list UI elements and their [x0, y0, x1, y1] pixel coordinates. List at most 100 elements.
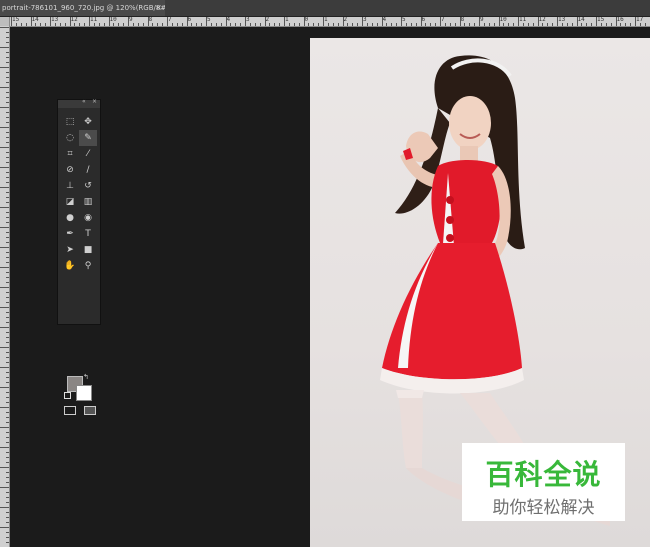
tools-panel-header[interactable]: « ×: [58, 98, 100, 108]
dodge-tool-icon[interactable]: ◉: [79, 210, 97, 226]
watermark-title: 百科全说: [485, 458, 602, 491]
ruler-minor-tick: [391, 23, 393, 26]
ruler-tick: [128, 17, 129, 26]
shape-tool-icon[interactable]: ■: [79, 242, 97, 258]
ruler-tick: [6, 222, 9, 223]
ruler-minor-tick: [542, 23, 544, 26]
ruler-tick: [459, 17, 461, 26]
ruler-tick: [362, 17, 363, 26]
ruler-minor-tick: [64, 23, 66, 26]
ruler-minor-tick: [54, 23, 56, 26]
close-tab-icon[interactable]: ×: [155, 0, 162, 16]
ruler-tick: [576, 17, 578, 26]
close-panel-icon[interactable]: ×: [92, 98, 97, 105]
ruler-minor-tick: [220, 23, 222, 26]
ruler-tick: [0, 147, 9, 148]
ruler-tick: [6, 492, 9, 493]
tool-grid: ⬚ ✥ ◌ ✎ ⌗ ⁄ ⊘ / ⊥ ↺ ◪ ▥ ● ◉ ✒ T ➤ ■ ✋ ⚲: [61, 114, 97, 274]
ruler-tick: [0, 27, 9, 28]
ruler-minor-tick: [415, 23, 417, 26]
ruler-minor-tick: [571, 23, 573, 26]
ruler-tick: [6, 172, 9, 173]
ruler-minor-tick: [561, 23, 563, 26]
ruler-tick: [440, 17, 441, 26]
clone-stamp-tool-icon[interactable]: ⊥: [61, 178, 79, 194]
healing-brush-tool-icon[interactable]: ⊘: [61, 162, 79, 178]
ruler-minor-tick: [620, 23, 622, 26]
vertical-ruler[interactable]: [0, 17, 10, 547]
marquee-tool-icon[interactable]: ⬚: [61, 114, 79, 130]
lasso-tool-icon[interactable]: ◌: [61, 130, 79, 146]
gradient-tool-icon[interactable]: ▥: [79, 194, 97, 210]
ruler-tick: [0, 167, 9, 168]
ruler-minor-tick: [581, 23, 583, 26]
move-tool-icon[interactable]: ✥: [79, 114, 97, 130]
brush-tool-icon[interactable]: /: [79, 162, 97, 178]
pen-tool-icon[interactable]: ✒: [61, 226, 79, 242]
ruler-tick: [342, 17, 344, 26]
ruler-tick: [6, 457, 9, 458]
ruler-minor-tick: [430, 23, 432, 26]
ruler-tick: [6, 317, 9, 318]
ruler-tick: [6, 342, 9, 343]
crop-tool-icon[interactable]: ⌗: [61, 146, 79, 162]
ruler-tick: [6, 257, 9, 258]
blur-tool-icon[interactable]: ●: [61, 210, 79, 226]
ruler-minor-tick: [644, 23, 646, 26]
ruler-tick: [6, 397, 9, 398]
ruler-tick: [6, 137, 9, 138]
document-tab-bar: portrait-786101_960_720.jpg @ 120%(RGB/8…: [0, 0, 650, 17]
swap-colors-icon[interactable]: ↰: [83, 373, 89, 381]
history-brush-tool-icon[interactable]: ↺: [79, 178, 97, 194]
default-colors-icon[interactable]: [64, 392, 71, 399]
ruler-tick: [6, 77, 9, 78]
ruler-minor-tick: [347, 23, 349, 26]
collapse-panel-icon[interactable]: «: [82, 98, 86, 105]
ruler-tick: [6, 262, 9, 263]
path-selection-tool-icon[interactable]: ➤: [61, 242, 79, 258]
horizontal-ruler[interactable]: 15 14 13 12 11 10 9 8 7 6 5 4 3 2 1 0 1 2 3 4 5 6 7 8 9 10 11 12 13 1…: [9, 17, 650, 27]
ruler-tick: [6, 322, 9, 323]
ruler-minor-tick: [474, 23, 476, 26]
ruler-tick: [6, 57, 9, 58]
eraser-tool-icon[interactable]: ◪: [61, 194, 79, 210]
ruler-tick: [264, 17, 266, 26]
ruler-tick: [6, 412, 9, 413]
ruler-tick: [50, 17, 51, 26]
ruler-tick: [6, 72, 9, 73]
ruler-tick: [0, 127, 9, 128]
ruler-tick: [245, 17, 246, 26]
document-tab[interactable]: portrait-786101_960_720.jpg @ 120%(RGB/8…: [0, 0, 165, 16]
ruler-tick: [225, 17, 227, 26]
ruler-minor-tick: [293, 23, 295, 26]
ruler-tick: [6, 277, 9, 278]
ruler-tick: [6, 522, 9, 523]
ruler-minor-tick: [444, 23, 446, 26]
ruler-minor-tick: [605, 23, 607, 26]
screen-mode-icon[interactable]: [84, 406, 96, 415]
ruler-minor-tick: [591, 23, 593, 26]
ruler-minor-tick: [93, 23, 95, 26]
ruler-minor-tick: [59, 23, 61, 26]
ruler-minor-tick: [142, 23, 144, 26]
ruler-minor-tick: [137, 23, 139, 26]
quick-mask-icon[interactable]: [64, 406, 76, 415]
ruler-tick: [6, 272, 9, 273]
ruler-minor-tick: [181, 23, 183, 26]
ruler-minor-tick: [269, 23, 271, 26]
ruler-minor-tick: [20, 23, 22, 26]
ruler-tick: [0, 347, 9, 348]
ruler-origin[interactable]: [0, 17, 9, 26]
hand-tool-icon[interactable]: ✋: [61, 258, 79, 274]
background-color-swatch[interactable]: [76, 385, 92, 401]
ruler-minor-tick: [74, 23, 76, 26]
zoom-tool-icon[interactable]: ⚲: [79, 258, 97, 274]
ruler-minor-tick: [249, 23, 251, 26]
eyedropper-tool-icon[interactable]: ⁄: [79, 146, 97, 162]
ruler-tick: [206, 17, 207, 26]
type-tool-icon[interactable]: T: [79, 226, 97, 242]
ruler-minor-tick: [357, 23, 359, 26]
ruler-tick: [518, 17, 519, 26]
ruler-tick: [11, 17, 12, 26]
quick-selection-tool-icon[interactable]: ✎: [79, 130, 97, 146]
